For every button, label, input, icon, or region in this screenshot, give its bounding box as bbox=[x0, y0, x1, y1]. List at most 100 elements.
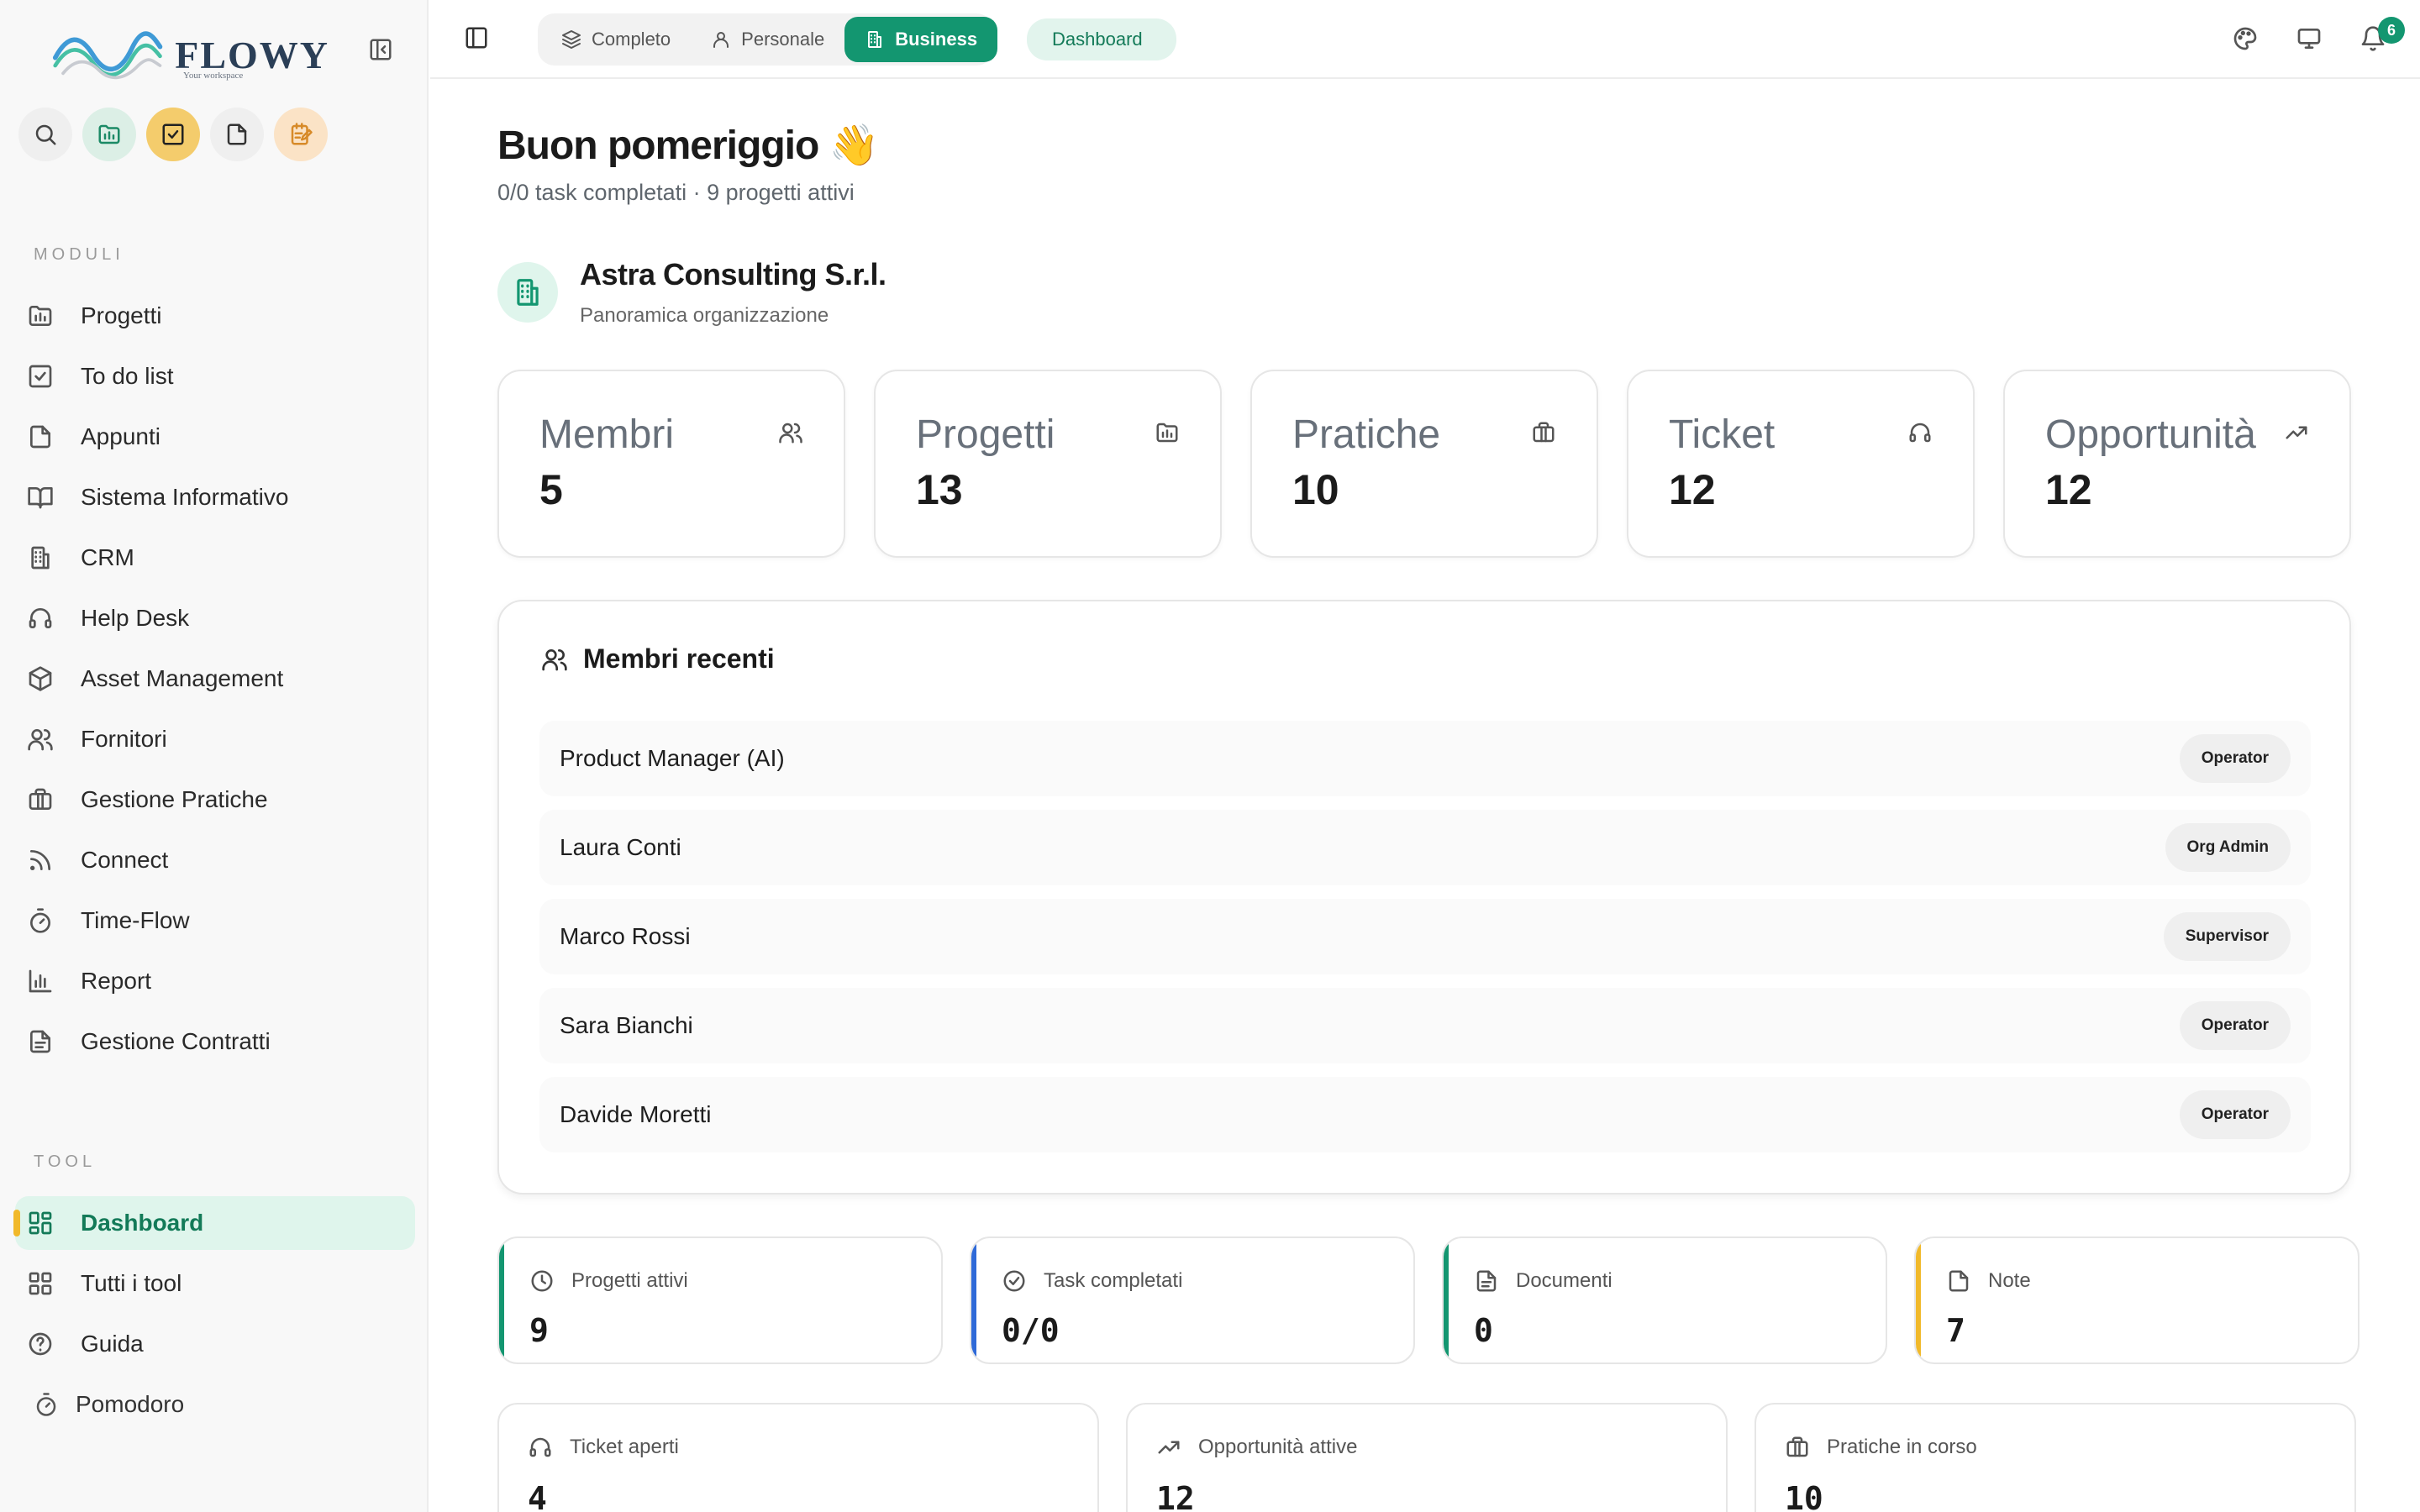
timer-icon bbox=[36, 1393, 56, 1416]
timer-icon bbox=[30, 908, 50, 933]
box-icon bbox=[29, 666, 52, 691]
briefcase-icon bbox=[29, 788, 52, 810]
summary-label: Task completati bbox=[1044, 1269, 1183, 1292]
tools-nav: Dashboard Tutti i tool Guida bbox=[13, 1196, 415, 1378]
sidebar-item-label: Asset Management bbox=[81, 665, 284, 691]
sidebar-item-report[interactable]: Report bbox=[15, 954, 415, 1008]
recent-members-card: Membri recenti Product Manager (AI) Oper… bbox=[497, 600, 2351, 1194]
sidebar-item-guida[interactable]: Guida bbox=[15, 1317, 415, 1371]
sidebar-item-help-desk[interactable]: Help Desk bbox=[15, 591, 415, 645]
pomodoro-button[interactable]: Pomodoro bbox=[34, 1391, 184, 1418]
stat-title: Progetti bbox=[916, 412, 1055, 457]
mode-business[interactable]: Business bbox=[844, 17, 998, 62]
headset-icon bbox=[529, 1437, 551, 1457]
book-icon bbox=[28, 487, 53, 509]
breadcrumb[interactable]: Dashboard bbox=[1027, 18, 1176, 60]
building-icon bbox=[517, 279, 539, 306]
todo-icon bbox=[162, 123, 184, 145]
briefcase-icon bbox=[1786, 1436, 1808, 1457]
sidebar-item-gestione-pratiche[interactable]: Gestione Pratiche bbox=[15, 773, 415, 827]
stat-card-progetti[interactable]: Progetti 13 bbox=[874, 370, 1222, 558]
organization-header: Astra Consulting S.r.l. Panoramica organ… bbox=[497, 257, 886, 328]
sidebar-item-label: Report bbox=[81, 968, 152, 994]
member-row[interactable]: Marco Rossi Supervisor bbox=[539, 899, 2311, 974]
folder-chart-icon bbox=[29, 306, 52, 326]
summary-card-task-completati[interactable]: Task completati 0/0 bbox=[970, 1236, 1415, 1364]
palette-icon bbox=[2233, 27, 2257, 50]
member-row[interactable]: Laura Conti Org Admin bbox=[539, 810, 2311, 885]
sidebar-item-dashboard[interactable]: Dashboard bbox=[13, 1196, 415, 1250]
notifications-badge: 6 bbox=[2378, 17, 2405, 44]
stat-card-membri[interactable]: Membri 5 bbox=[497, 370, 845, 558]
role-badge: Operator bbox=[2179, 1001, 2291, 1050]
note-icon bbox=[227, 123, 247, 145]
stat-title: Ticket bbox=[1669, 412, 1776, 457]
sidebar-item-label: Dashboard bbox=[81, 1210, 204, 1236]
toggle-panel-button[interactable] bbox=[464, 25, 489, 50]
layers-icon bbox=[562, 30, 581, 49]
sidebar-item-label: Sistema Informativo bbox=[81, 484, 289, 510]
sidebar-item-time-flow[interactable]: Time-Flow bbox=[15, 894, 415, 948]
sidebar-item-label: Gestione Contratti bbox=[81, 1028, 271, 1054]
quick-projects-button[interactable] bbox=[82, 108, 136, 161]
sidebar-item-connect[interactable]: Connect bbox=[15, 833, 415, 887]
quick-edit-note-button[interactable] bbox=[274, 108, 328, 161]
sidebar-item-appunti[interactable]: Appunti bbox=[15, 410, 415, 464]
sidebar-item-label: Guida bbox=[81, 1331, 144, 1357]
sidebar-item-label: To do list bbox=[81, 363, 174, 389]
sidebar-item-crm[interactable]: CRM bbox=[15, 531, 415, 585]
summary-cards-secondary: Ticket aperti 4 Opportunità attive 12 Pr… bbox=[497, 1403, 2356, 1512]
summary-label: Opportunità attive bbox=[1198, 1436, 1358, 1458]
sidebar-item-tutti-i-tool[interactable]: Tutti i tool bbox=[15, 1257, 415, 1310]
stat-value: 12 bbox=[1669, 466, 1716, 513]
display-button[interactable] bbox=[2296, 25, 2323, 52]
sidebar-item-progetti[interactable]: Progetti bbox=[15, 289, 415, 343]
member-row[interactable]: Product Manager (AI) Operator bbox=[539, 721, 2311, 796]
member-name: Laura Conti bbox=[560, 834, 681, 860]
file-icon bbox=[30, 425, 50, 449]
summary-value: 0/0 bbox=[1002, 1312, 1060, 1349]
rss-icon bbox=[30, 850, 50, 870]
mode-label: Personale bbox=[741, 29, 825, 50]
mode-completo[interactable]: Completo bbox=[541, 17, 691, 62]
summary-card-progetti-attivi[interactable]: Progetti attivi 9 bbox=[497, 1236, 943, 1364]
summary-card-note[interactable]: Note 7 bbox=[1914, 1236, 2360, 1364]
sidebar-item-fornitori[interactable]: Fornitori bbox=[15, 712, 415, 766]
modules-section-label: MODULI bbox=[34, 245, 124, 264]
summary-card-pratiche-in-corso[interactable]: Pratiche in corso 10 bbox=[1754, 1403, 2356, 1512]
mode-personale[interactable]: Personale bbox=[691, 17, 844, 62]
notifications-button[interactable]: 6 bbox=[2360, 17, 2405, 52]
member-row[interactable]: Davide Moretti Operator bbox=[539, 1077, 2311, 1152]
grid-icon bbox=[29, 1272, 52, 1295]
summary-label: Pratiche in corso bbox=[1827, 1436, 1977, 1458]
quick-search-button[interactable] bbox=[18, 108, 72, 161]
summary-value: 10 bbox=[1785, 1480, 1823, 1512]
clock-icon bbox=[531, 1270, 553, 1292]
pomodoro-label: Pomodoro bbox=[76, 1391, 185, 1417]
quick-todo-button[interactable] bbox=[146, 108, 200, 161]
summary-card-opportunita-attive[interactable]: Opportunità attive 12 bbox=[1126, 1403, 1728, 1512]
sidebar-item-gestione-contratti[interactable]: Gestione Contratti bbox=[15, 1015, 415, 1068]
sidebar-item-asset-management[interactable]: Asset Management bbox=[15, 652, 415, 706]
bar-chart-icon bbox=[29, 969, 52, 993]
document-icon bbox=[30, 1030, 50, 1053]
stat-card-ticket[interactable]: Ticket 12 bbox=[1627, 370, 1975, 558]
sidebar-item-label: Appunti bbox=[81, 423, 160, 449]
theme-button[interactable] bbox=[2232, 25, 2259, 52]
panel-left-icon bbox=[466, 27, 487, 49]
summary-card-documenti[interactable]: Documenti 0 bbox=[1442, 1236, 1887, 1364]
search-icon bbox=[35, 124, 56, 145]
collapse-sidebar-button[interactable] bbox=[368, 37, 393, 67]
sidebar-item-todo[interactable]: To do list bbox=[15, 349, 415, 403]
stat-value: 13 bbox=[916, 466, 963, 513]
summary-value: 0 bbox=[1474, 1312, 1493, 1349]
sidebar-item-sistema-informativo[interactable]: Sistema Informativo bbox=[15, 470, 415, 524]
trending-up-icon bbox=[1158, 1441, 1180, 1454]
summary-card-ticket-aperti[interactable]: Ticket aperti 4 bbox=[497, 1403, 1099, 1512]
stat-card-opportunita[interactable]: Opportunità 12 bbox=[2003, 370, 2351, 558]
summary-label: Progetti attivi bbox=[571, 1269, 688, 1292]
quick-note-button[interactable] bbox=[210, 108, 264, 161]
member-row[interactable]: Sara Bianchi Operator bbox=[539, 988, 2311, 1063]
brand-logo[interactable]: FLOWY Your workspace bbox=[52, 27, 329, 82]
stat-card-pratiche[interactable]: Pratiche 10 bbox=[1250, 370, 1598, 558]
